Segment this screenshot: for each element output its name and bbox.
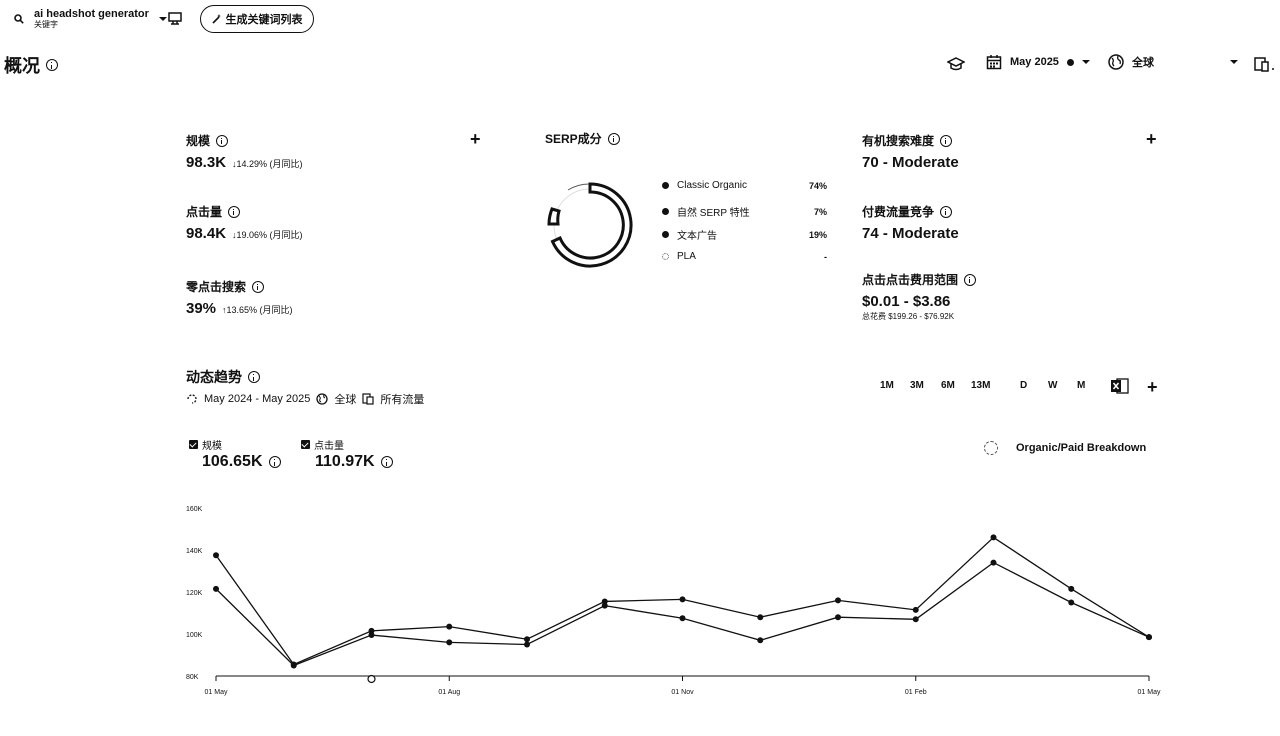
data-point	[679, 615, 686, 622]
data-point	[835, 614, 841, 621]
data-point	[990, 534, 997, 541]
y-tick-label: 80K	[186, 674, 199, 681]
data-point	[290, 662, 297, 669]
annotation-marker	[367, 674, 376, 684]
x-tick-label: 01 May	[1138, 689, 1161, 696]
data-point	[835, 597, 841, 604]
data-point	[213, 552, 219, 559]
data-point	[990, 559, 997, 566]
y-tick-label: 140K	[186, 548, 203, 555]
x-tick-label: 01 Feb	[905, 689, 927, 696]
data-point	[679, 596, 686, 603]
y-tick-label: 100K	[186, 632, 203, 639]
data-point	[446, 639, 453, 646]
data-point	[1068, 599, 1075, 606]
x-tick-label: 01 Aug	[438, 689, 460, 696]
data-point	[368, 632, 375, 639]
data-point	[757, 637, 764, 644]
trend-line-chart: 80K 100K 120K 140K 160K 01 May 01 Aug 01 Nov 01 …	[186, 506, 1161, 696]
data-point	[601, 602, 608, 609]
data-point	[912, 616, 919, 623]
x-tick-label: 01 Nov	[671, 689, 694, 696]
data-point	[757, 614, 764, 621]
data-point	[1068, 585, 1075, 592]
data-point	[1146, 634, 1152, 641]
data-point	[524, 636, 530, 643]
y-tick-label: 120K	[186, 590, 203, 597]
data-point	[524, 641, 530, 648]
data-point	[912, 606, 919, 613]
data-point	[446, 623, 453, 630]
y-tick-label: 160K	[186, 506, 203, 513]
data-point	[213, 585, 219, 592]
x-tick-label: 01 May	[205, 689, 228, 696]
series-line-1	[215, 561, 1150, 667]
